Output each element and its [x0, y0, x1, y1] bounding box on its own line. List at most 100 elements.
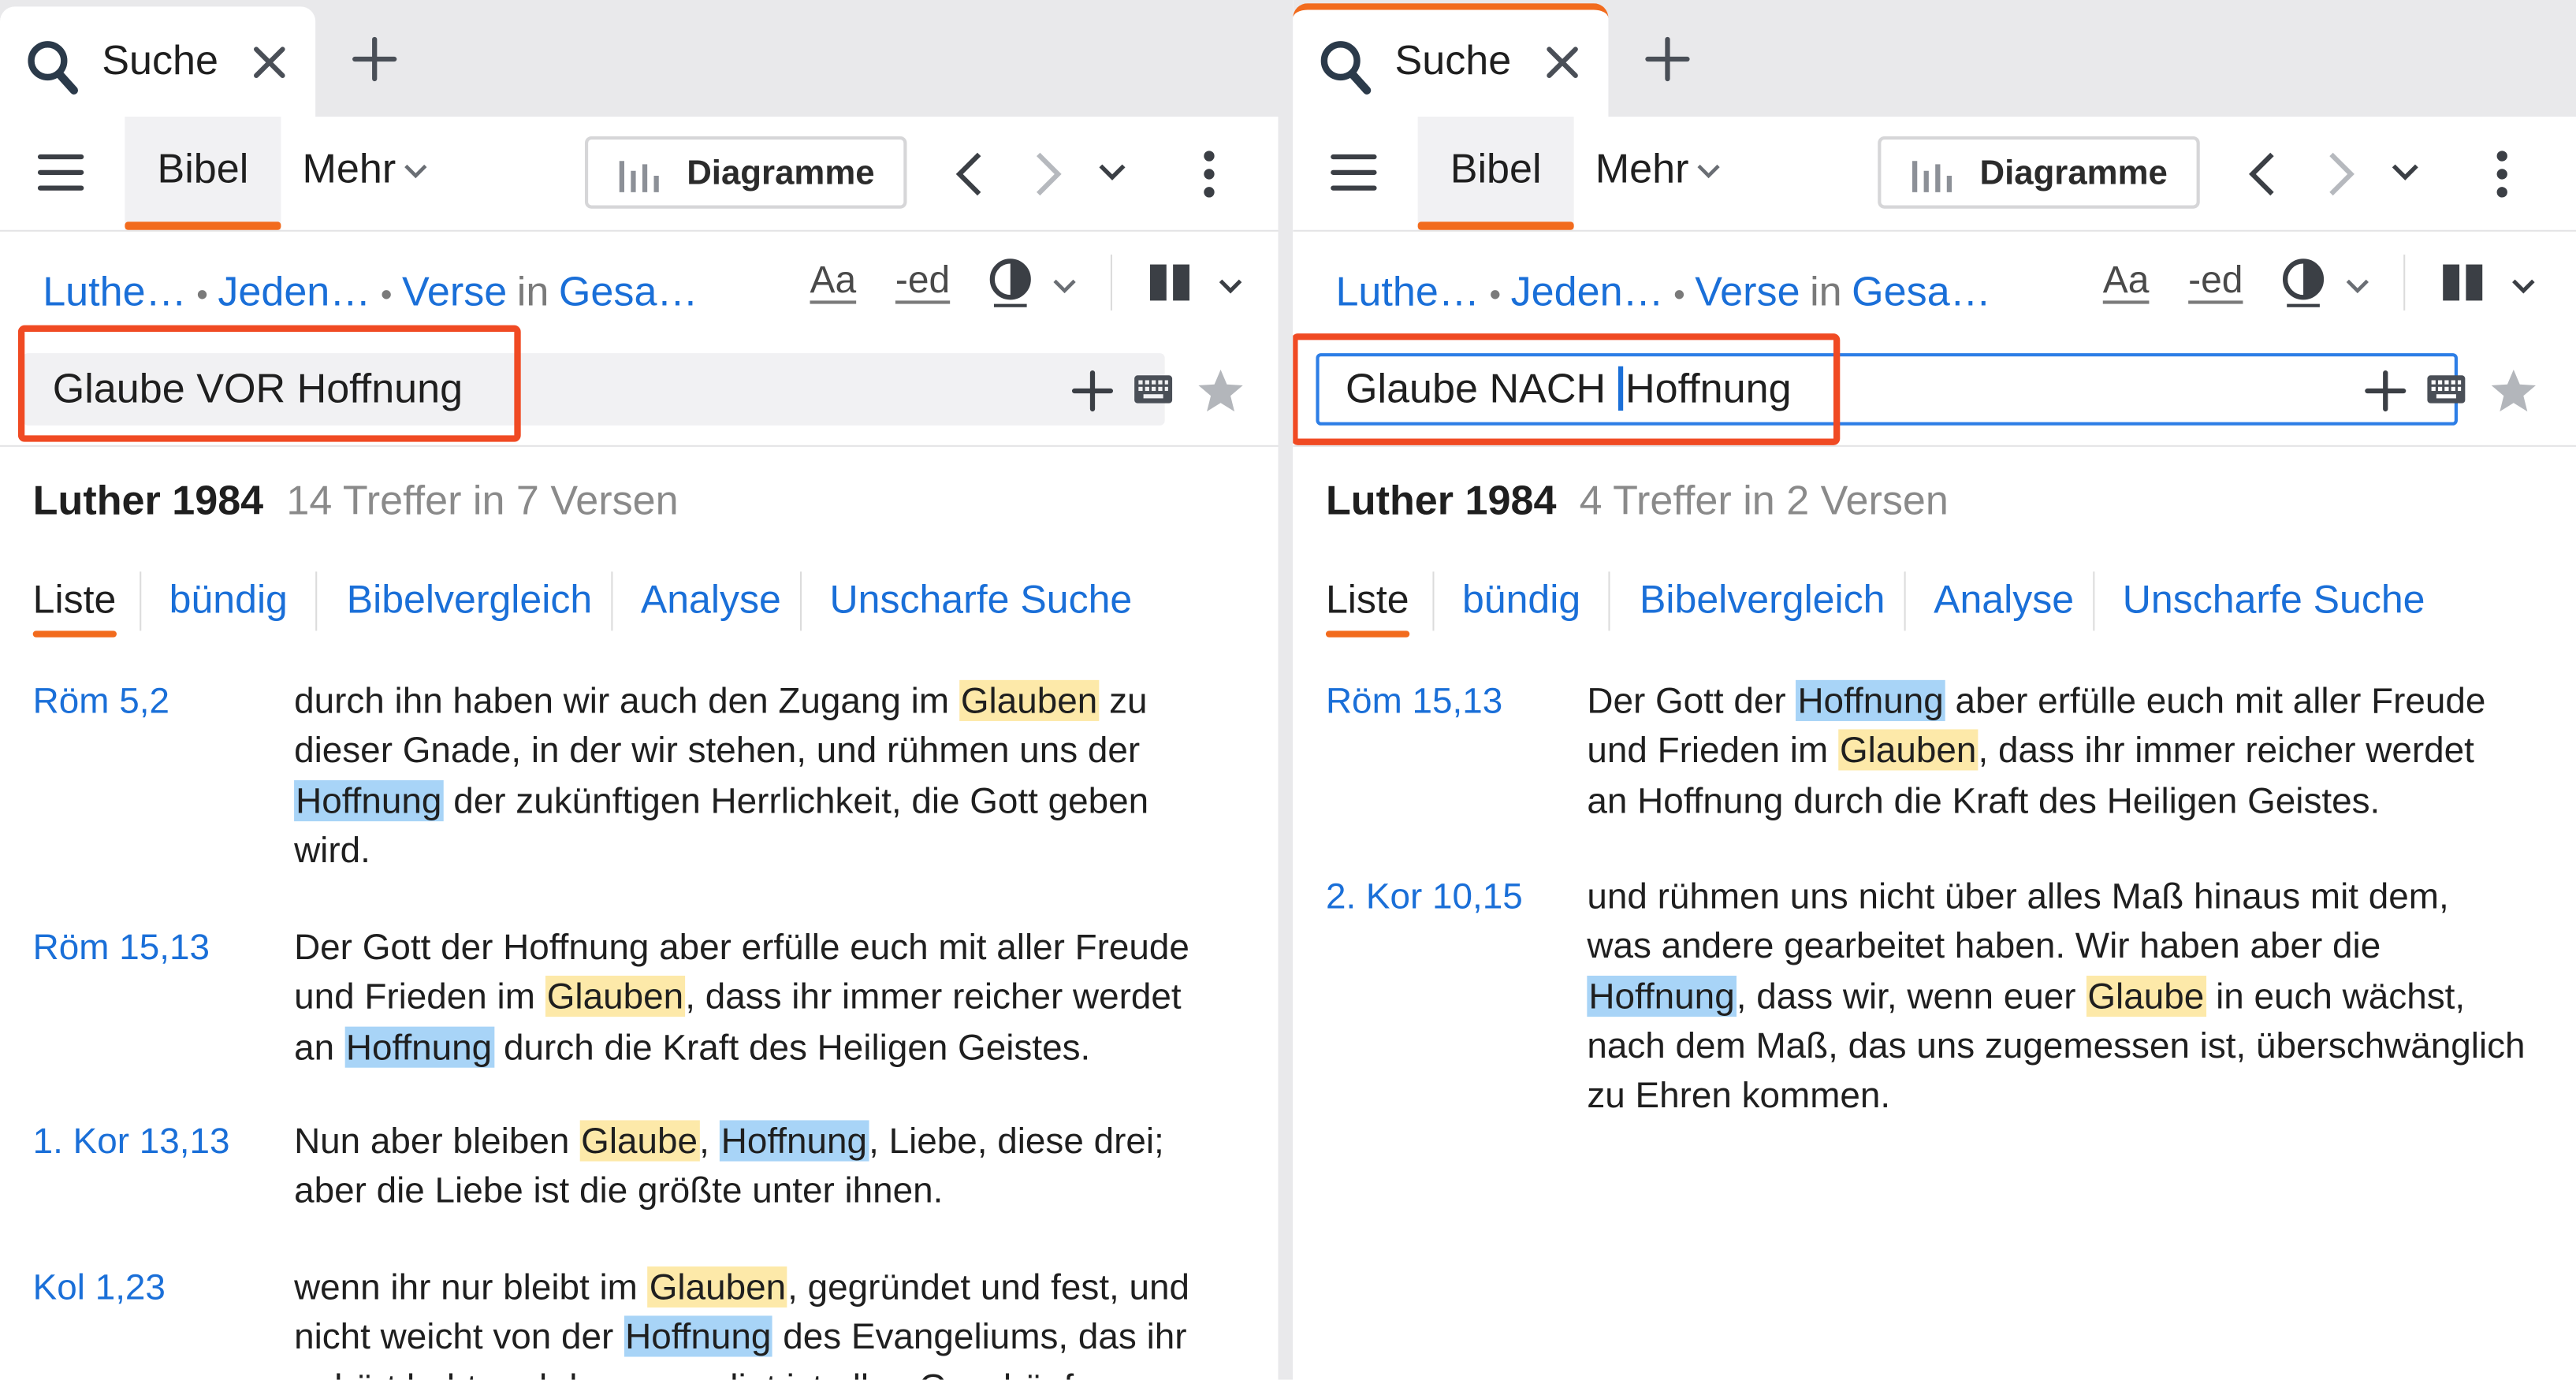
chevron-down-icon[interactable] — [2511, 277, 2537, 294]
highlight-hoffnung: Hoffnung — [344, 1026, 494, 1067]
verse-line: wenn ihr nur bleibt im Glauben, gegründe… — [294, 1263, 1247, 1313]
verse-segment: und Frieden im — [1587, 730, 1838, 772]
keyboard-icon[interactable] — [2426, 374, 2466, 404]
verse-line: Der Gott der Hoffnung aber erfülle euch … — [294, 923, 1247, 973]
diagramme-button[interactable]: Diagramme — [584, 136, 907, 209]
chevron-down-icon[interactable] — [1097, 162, 1127, 182]
breadcrumb: Luthe… • Jeden… • Verse in Gesa… — [1335, 270, 1990, 317]
toolbar-divider — [2403, 255, 2406, 311]
hamburger-menu-icon[interactable] — [1329, 153, 1379, 192]
font-case-toggle[interactable]: Aa — [2103, 258, 2150, 302]
unit-selector[interactable]: Verse — [1695, 270, 1800, 315]
search-context-bar: Luthe… • Jeden… • Verse in Gesa… Aa -ed — [0, 232, 1279, 330]
toolbar: Bibel Mehr Diagramme — [0, 116, 1279, 232]
add-term-icon[interactable] — [1071, 370, 1114, 412]
chevron-right-icon[interactable] — [1032, 151, 1065, 197]
verse-reference[interactable]: 1. Kor 13,13 — [33, 1117, 230, 1166]
chevron-down-icon[interactable] — [1217, 277, 1243, 294]
right-pane: Suche Bibel Mehr Diagramme Luthe… • Jede… — [1293, 0, 2576, 1380]
mehr-menu[interactable]: Mehr — [1595, 146, 1722, 193]
verse-line: Der Gott der Hoffnung aber erfülle euch … — [1587, 677, 2540, 727]
view-analyse[interactable]: Analyse — [641, 578, 781, 624]
add-tab-icon[interactable] — [1644, 36, 1690, 82]
verse-segment: , dass ihr immer reicher werdet — [1978, 730, 2474, 772]
mehr-menu[interactable]: Mehr — [302, 146, 428, 193]
bible-selector[interactable]: Luthe… — [1335, 270, 1479, 315]
result-summary: Luther 1984 14 Treffer in 7 Versen — [33, 478, 679, 526]
verse-segment: an — [294, 1025, 344, 1067]
tab-divider — [800, 571, 802, 631]
scope-selector[interactable]: Jeden… — [218, 270, 370, 315]
close-icon[interactable] — [250, 43, 289, 82]
view-buendig[interactable]: bündig — [169, 578, 288, 624]
hamburger-menu-icon[interactable] — [36, 153, 86, 192]
verse-line: und rühmen uns nicht über alles Maß hina… — [1587, 872, 2540, 922]
verse-reference[interactable]: Röm 5,2 — [33, 677, 169, 727]
bibel-tab[interactable]: Bibel — [125, 116, 281, 230]
chevron-down-icon[interactable] — [2344, 277, 2370, 294]
chevron-left-icon[interactable] — [953, 151, 986, 197]
columns-icon[interactable] — [2441, 262, 2484, 302]
scope-selector[interactable]: Jeden… — [1511, 270, 1664, 315]
verse-segment: an Hoffnung durch die Kraft des Heiligen… — [1587, 779, 2381, 821]
font-case-toggle[interactable]: Aa — [810, 258, 857, 302]
keyboard-icon[interactable] — [1134, 374, 1173, 404]
highlight-hoffnung: Hoffnung — [719, 1120, 869, 1162]
verse-reference[interactable]: Röm 15,13 — [33, 923, 210, 973]
bibel-tab[interactable]: Bibel — [1417, 116, 1574, 230]
range-selector[interactable]: Gesa… — [1852, 270, 1991, 315]
verse-reference[interactable]: 2. Kor 10,15 — [1326, 872, 1523, 922]
view-analyse[interactable]: Analyse — [1934, 578, 2074, 624]
contrast-icon[interactable] — [986, 256, 1036, 309]
highlight-glaube: Glauben — [959, 679, 1100, 721]
diagramme-button[interactable]: Diagramme — [1878, 136, 2200, 209]
close-icon[interactable] — [1543, 43, 1582, 82]
verse-segment: durch die Kraft des Heiligen Geistes. — [493, 1025, 1091, 1067]
verse-segment: nach dem Maß, das uns zugemessen ist, üb… — [1587, 1025, 2526, 1066]
view-bibelvergleich[interactable]: Bibelvergleich — [347, 578, 592, 624]
favorite-star-icon[interactable] — [2489, 366, 2539, 416]
more-options-icon[interactable] — [2494, 150, 2511, 199]
verse-segment: und Frieden im — [294, 976, 545, 1017]
inflection-toggle[interactable]: -ed — [895, 258, 950, 302]
verse-line: nach dem Maß, das uns zugemessen ist, üb… — [1587, 1021, 2540, 1071]
contrast-icon[interactable] — [2279, 256, 2328, 309]
chevron-down-icon[interactable] — [2391, 162, 2421, 182]
verse-segment: aber erfülle euch mit aller Freude — [1945, 679, 2486, 721]
add-tab-icon[interactable] — [352, 36, 397, 82]
view-liste[interactable]: Liste — [1325, 578, 1409, 638]
verse-reference[interactable]: Röm 15,13 — [1326, 677, 1502, 727]
view-buendig[interactable]: bündig — [1462, 578, 1580, 624]
view-unscharfe-suche[interactable]: Unscharfe Suche — [2123, 578, 2425, 624]
tab-suche[interactable]: Suche — [1293, 3, 1609, 117]
verse-segment: Der Gott der — [1587, 679, 1796, 721]
unit-selector[interactable]: Verse — [402, 270, 507, 315]
app-window: Suche Bibel Mehr Diagramme Luthe… • Jede… — [0, 0, 2576, 1380]
favorite-star-icon[interactable] — [1196, 366, 1245, 416]
verse-line: und Frieden im Glauben, dass ihr immer r… — [1587, 727, 2540, 776]
add-term-icon[interactable] — [2364, 370, 2407, 412]
highlight-hoffnung: Hoffnung — [1587, 975, 1737, 1017]
verse-line: dieser Gnade, in der wir stehen, und rüh… — [294, 727, 1247, 776]
tab-label: Suche — [1394, 37, 1512, 84]
verse-segment: aber die Liebe ist die größte unter ihne… — [294, 1170, 944, 1211]
range-selector[interactable]: Gesa… — [559, 270, 698, 315]
chevron-down-icon[interactable] — [1052, 277, 1078, 294]
highlight-frame — [1293, 333, 1841, 445]
diagramme-label: Diagramme — [687, 154, 875, 192]
pane-divider[interactable] — [1278, 0, 1294, 1380]
columns-icon[interactable] — [1148, 262, 1191, 302]
verse-segment: , dass ihr immer reicher werdet — [685, 976, 1182, 1017]
chevron-left-icon[interactable] — [2246, 151, 2279, 197]
bible-selector[interactable]: Luthe… — [43, 270, 186, 315]
view-unscharfe-suche[interactable]: Unscharfe Suche — [830, 578, 1133, 624]
view-bibelvergleich[interactable]: Bibelvergleich — [1640, 578, 1885, 624]
inflection-toggle[interactable]: -ed — [2188, 258, 2243, 302]
result-summary: Luther 1984 4 Treffer in 2 Versen — [1326, 478, 1949, 526]
view-liste[interactable]: Liste — [32, 578, 116, 638]
chevron-right-icon[interactable] — [2325, 151, 2358, 197]
verse-reference[interactable]: Kol 1,23 — [33, 1263, 166, 1313]
tab-divider — [1904, 571, 1906, 631]
more-options-icon[interactable] — [1201, 150, 1218, 199]
tab-suche[interactable]: Suche — [0, 6, 316, 117]
